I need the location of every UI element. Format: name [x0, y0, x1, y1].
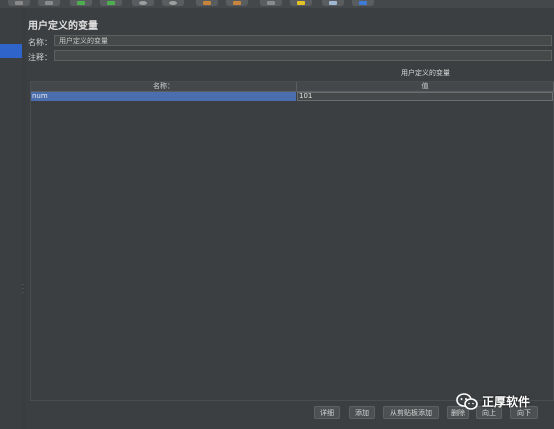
help-button[interactable]	[352, 0, 374, 6]
column-header-value[interactable]: 值	[297, 82, 554, 92]
add-from-clipboard-button[interactable]: 从剪贴板添加	[383, 406, 439, 419]
table-caption: 用户定义的变量	[401, 69, 450, 77]
toolbar	[0, 0, 554, 8]
function-helper-button[interactable]	[322, 0, 344, 6]
name-label: 名称：	[28, 38, 52, 47]
search-button[interactable]	[260, 0, 282, 6]
page-title: 用户定义的变量	[28, 21, 98, 32]
detail-button[interactable]: 详细	[314, 406, 340, 419]
variable-name-cell[interactable]: num	[31, 92, 296, 101]
shutdown-button[interactable]	[162, 0, 184, 6]
toolbar-button-1[interactable]	[8, 0, 30, 6]
variable-value-cell[interactable]: 101	[297, 92, 553, 101]
wechat-icon	[456, 393, 478, 410]
comment-field[interactable]	[54, 50, 552, 61]
toolbar-button-2[interactable]	[38, 0, 60, 6]
comment-label: 注释：	[28, 53, 52, 62]
tree-selected-node[interactable]	[0, 44, 22, 58]
run-no-pause-button[interactable]	[100, 0, 122, 6]
run-button[interactable]	[70, 0, 92, 6]
clear-all-button[interactable]	[226, 0, 248, 6]
add-button[interactable]: 添加	[349, 406, 375, 419]
column-header-name[interactable]: 名称：	[31, 82, 297, 92]
test-plan-tree[interactable]	[0, 8, 23, 429]
name-field[interactable]: 用户定义的变量	[54, 35, 552, 46]
reset-search-button[interactable]	[290, 0, 312, 6]
user-defined-variables-panel: 用户定义的变量 名称： 用户定义的变量 注释： 用户定义的变量 名称： 值 nu…	[26, 8, 554, 429]
watermark-text: 正厚软件	[482, 395, 531, 409]
clear-button[interactable]	[196, 0, 218, 6]
stop-button[interactable]	[132, 0, 154, 6]
table-row[interactable]: num 101	[31, 92, 553, 101]
watermark: 正厚软件	[456, 390, 554, 416]
variables-table: 名称： 值 num 101	[30, 81, 554, 401]
